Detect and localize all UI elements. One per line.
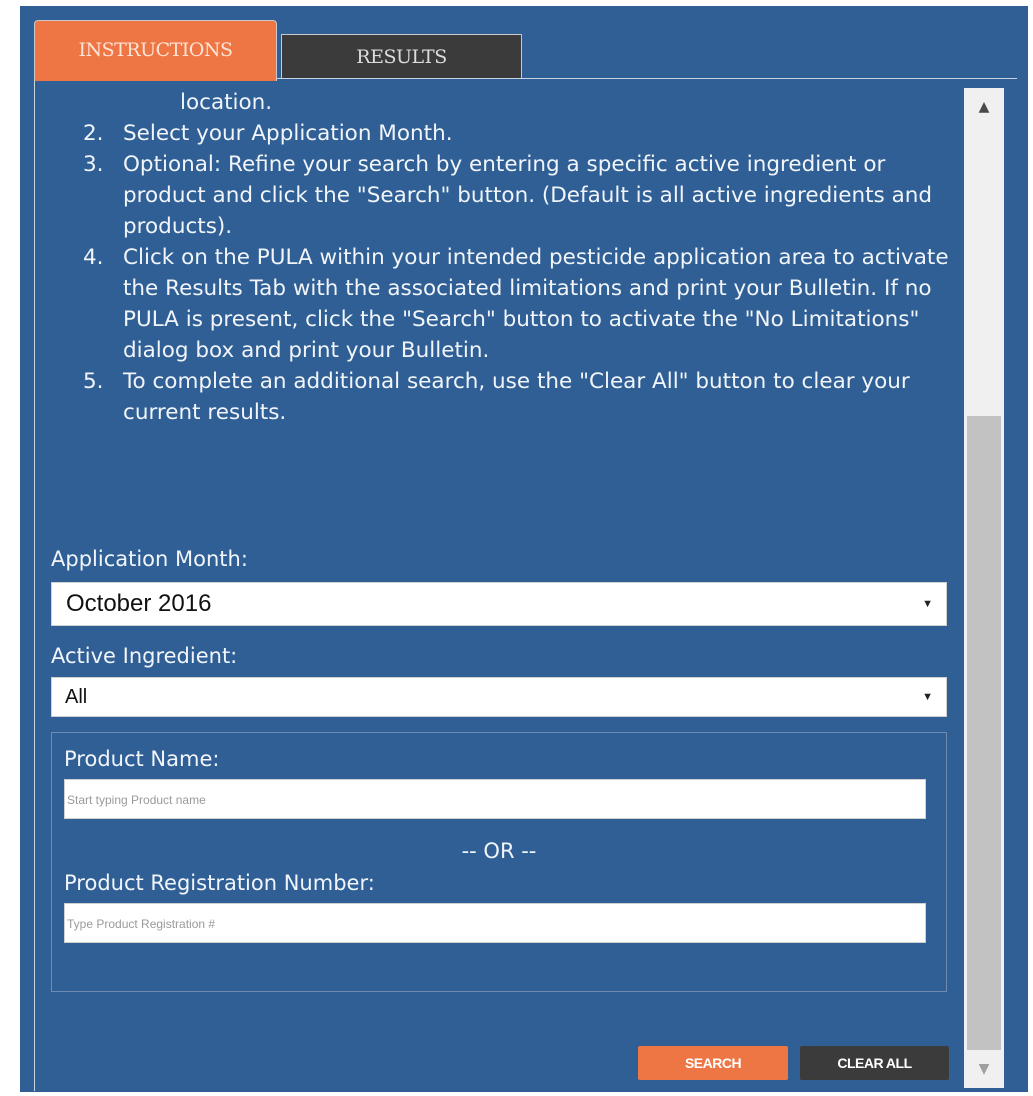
active-ingredient-select[interactable]: All ▼ (51, 677, 947, 717)
pula-search-panel: INSTRUCTIONS RESULTS location. 2. Select… (20, 6, 1028, 1092)
vertical-scrollbar[interactable]: ▲ ▼ (964, 88, 1004, 1088)
step-text: Click on the PULA within your intended p… (123, 245, 949, 363)
registration-number-input[interactable]: Type Product Registration # (64, 903, 926, 943)
active-ingredient-label: Active Ingredient: (51, 644, 238, 668)
step-text: To complete an additional search, use th… (123, 369, 910, 425)
scroll-up-icon[interactable]: ▲ (964, 88, 1004, 126)
application-month-value: October 2016 (66, 590, 212, 617)
tab-results[interactable]: RESULTS (281, 34, 522, 78)
product-filter-box: Product Name: Start typing Product name … (51, 732, 947, 992)
step-number: 5. (83, 369, 104, 394)
instructions-scroll-area: location. 2. Select your Application Mon… (34, 81, 963, 1091)
tab-divider (277, 78, 1017, 79)
tab-instructions[interactable]: INSTRUCTIONS (34, 20, 277, 81)
product-name-label: Product Name: (64, 747, 220, 771)
instructions-text: location. 2. Select your Application Mon… (35, 87, 960, 428)
instruction-step: 2. Select your Application Month. (35, 118, 960, 149)
registration-number-placeholder: Type Product Registration # (67, 917, 216, 931)
application-month-select[interactable]: October 2016 ▼ (51, 582, 947, 626)
step-number: 3. (83, 152, 104, 177)
scrollbar-thumb[interactable] (967, 416, 1001, 1050)
clear-all-button[interactable]: CLEAR ALL (800, 1046, 949, 1080)
active-ingredient-value: All (65, 686, 88, 708)
registration-number-label: Product Registration Number: (64, 871, 375, 895)
product-name-placeholder: Start typing Product name (67, 793, 206, 807)
instruction-step: 4. Click on the PULA within your intende… (35, 242, 960, 366)
application-month-label: Application Month: (51, 547, 248, 571)
tab-results-label: RESULTS (356, 46, 447, 68)
step-text: Select your Application Month. (123, 121, 453, 146)
tab-instructions-label: INSTRUCTIONS (78, 39, 233, 61)
caret-down-icon: ▼ (922, 598, 933, 610)
instruction-continued-line: location. (180, 90, 273, 115)
step-text: Optional: Refine your search by entering… (123, 152, 933, 239)
step-number: 4. (83, 245, 104, 270)
instruction-step: 3. Optional: Refine your search by enter… (35, 149, 960, 242)
product-name-input[interactable]: Start typing Product name (64, 779, 926, 819)
search-button[interactable]: SEARCH (638, 1046, 788, 1080)
caret-down-icon: ▼ (922, 691, 933, 703)
or-separator: -- OR -- (461, 839, 537, 863)
step-number: 2. (83, 121, 104, 146)
scroll-down-icon[interactable]: ▼ (964, 1050, 1004, 1088)
instruction-step: 5. To complete an additional search, use… (35, 366, 960, 428)
